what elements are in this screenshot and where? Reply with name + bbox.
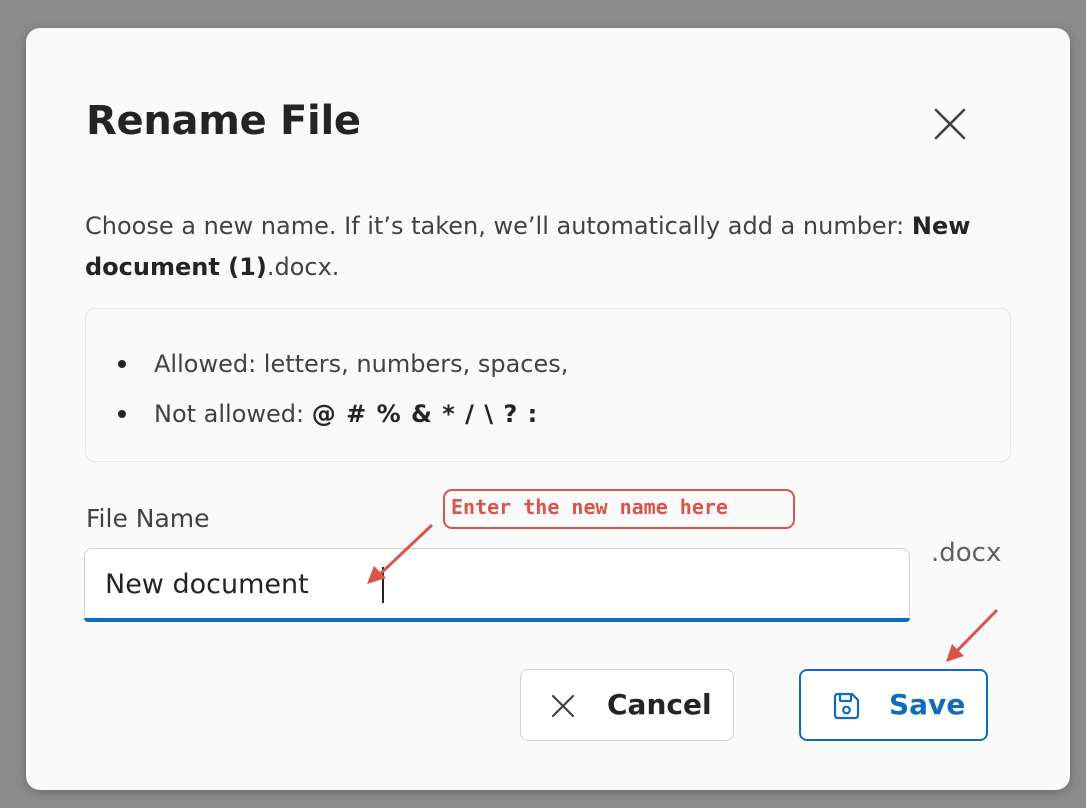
text-cursor — [382, 567, 384, 603]
annotation-text: Enter the new name here — [451, 495, 728, 519]
close-button[interactable] — [930, 104, 970, 144]
rule-allowed: Allowed: letters, numbers, spaces, — [118, 339, 568, 389]
cancel-button[interactable]: Cancel — [520, 669, 734, 741]
rule-not-allowed-label: Not allowed: — [154, 400, 312, 428]
rule-allowed-label: Allowed: letters, numbers, spaces, — [154, 350, 569, 378]
save-button-label: Save — [889, 688, 966, 721]
save-icon — [833, 692, 860, 720]
file-name-input[interactable] — [105, 561, 885, 607]
annotation-callout: Enter the new name here — [443, 489, 795, 529]
dismiss-icon — [551, 694, 575, 718]
rule-not-allowed: Not allowed: @ # % & * / \ ? : — [118, 389, 568, 439]
file-name-input-wrapper — [84, 548, 910, 622]
dialog-title: Rename File — [86, 98, 361, 144]
close-icon — [934, 108, 966, 140]
dialog-description: Choose a new name. If it’s taken, we’ll … — [85, 206, 1015, 288]
save-button[interactable]: Save — [799, 669, 988, 741]
rename-file-dialog: Rename File Choose a new name. If it’s t… — [26, 28, 1070, 790]
naming-rules-box: Allowed: letters, numbers, spaces, Not a… — [85, 308, 1011, 462]
naming-rules-list: Allowed: letters, numbers, spaces, Not a… — [118, 339, 568, 439]
file-extension-label: .docx — [931, 538, 1002, 568]
description-prefix: Choose a new name. If it’s taken, we’ll … — [85, 212, 912, 240]
rule-not-allowed-chars: @ # % & * / \ ? : — [311, 400, 539, 428]
description-suffix: .docx. — [266, 253, 340, 281]
cancel-button-label: Cancel — [607, 688, 712, 721]
file-name-label: File Name — [86, 504, 210, 533]
